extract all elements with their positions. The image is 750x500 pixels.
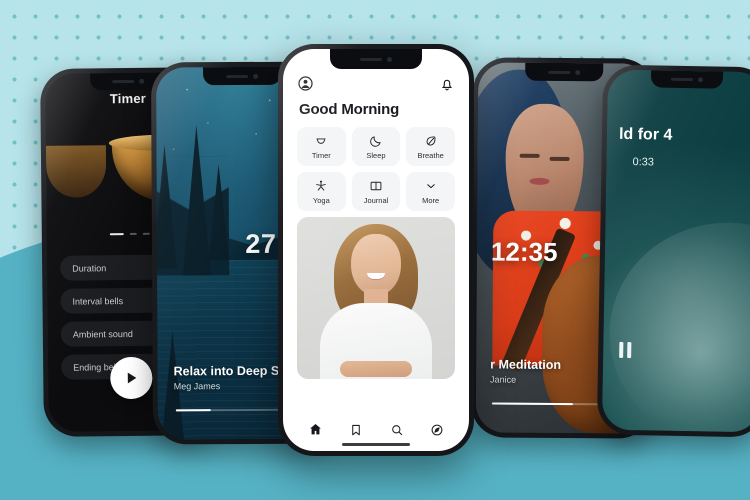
quick-action-label: Sleep bbox=[366, 150, 386, 160]
featured-card[interactable] bbox=[297, 217, 455, 379]
quick-action-label: More bbox=[422, 195, 440, 205]
nav-search-icon[interactable] bbox=[390, 423, 404, 437]
breathe-elapsed-time: 0:33 bbox=[632, 156, 655, 169]
track-title: r Meditation bbox=[490, 357, 562, 372]
notification-bell-icon[interactable] bbox=[439, 76, 455, 92]
home-header bbox=[297, 75, 455, 92]
phone-notch bbox=[330, 49, 422, 69]
speaker-slit bbox=[111, 79, 134, 84]
phone-notch bbox=[203, 66, 282, 86]
quick-action-label: Timer bbox=[311, 150, 331, 160]
open-book-icon bbox=[370, 181, 382, 190]
pine-tree bbox=[156, 144, 178, 269]
quick-action-label: Journal bbox=[363, 195, 389, 205]
settings-row-label: Duration bbox=[72, 262, 107, 274]
screenshot-stage: Timer Duration Mo Interval bells bbox=[0, 0, 750, 500]
carousel-dot[interactable] bbox=[142, 232, 150, 235]
camera-dot bbox=[138, 78, 144, 84]
track-metadata: r Meditation Janice bbox=[490, 357, 561, 384]
crescent-moon-icon bbox=[370, 135, 381, 147]
speaker-slit bbox=[226, 74, 249, 78]
quick-action-yoga[interactable]: Yoga bbox=[297, 172, 346, 211]
greeting-text: Good Morning bbox=[299, 101, 400, 118]
leaf-icon bbox=[426, 135, 436, 145]
pause-icon bbox=[619, 341, 624, 358]
quick-action-timer[interactable]: Timer bbox=[297, 127, 346, 166]
pine-tree bbox=[182, 125, 212, 276]
nav-bookmark-icon[interactable] bbox=[349, 423, 363, 437]
eyebrow bbox=[549, 156, 570, 161]
camera-dot bbox=[697, 77, 704, 83]
play-icon bbox=[127, 372, 136, 384]
phone-home-screen: Good Morning Timer Sleep Breathe Yoga Jo… bbox=[283, 49, 469, 451]
quick-actions-grid: Timer Sleep Breathe Yoga Journal More bbox=[297, 127, 455, 211]
phone-mockup-breathe: ld for 4 0:33 bbox=[596, 64, 750, 438]
track-artist: Janice bbox=[490, 374, 517, 385]
phone-notch bbox=[650, 70, 724, 89]
chevron-down-icon bbox=[426, 183, 435, 188]
speaker-slit bbox=[360, 57, 382, 61]
camera-dot bbox=[253, 73, 259, 79]
phone-mockup-home: Good Morning Timer Sleep Breathe Yoga Jo… bbox=[278, 44, 474, 456]
carousel-dot-active[interactable] bbox=[109, 233, 124, 236]
home-indicator bbox=[342, 443, 410, 446]
bottom-navigation bbox=[283, 422, 469, 437]
account-circle-icon[interactable] bbox=[297, 75, 314, 92]
carousel-dot[interactable] bbox=[129, 232, 137, 236]
settings-row-label: Ambient sound bbox=[72, 328, 133, 340]
quick-action-label: Breathe bbox=[417, 150, 444, 160]
singing-bowl-icon bbox=[316, 137, 326, 144]
portrait-arms bbox=[340, 361, 412, 377]
nav-home-icon[interactable] bbox=[308, 422, 323, 437]
session-timer: 12:35 bbox=[490, 236, 558, 267]
lips bbox=[529, 177, 550, 185]
quick-action-label: Yoga bbox=[312, 195, 330, 205]
phone-notch bbox=[525, 62, 604, 82]
pause-icon bbox=[627, 342, 632, 359]
quick-action-more[interactable]: More bbox=[406, 172, 455, 211]
settings-row-label: Interval bells bbox=[72, 295, 124, 307]
speaker-slit bbox=[670, 77, 694, 82]
quick-action-journal[interactable]: Journal bbox=[351, 172, 401, 211]
eyebrow bbox=[519, 153, 540, 159]
breathe-instruction: ld for 4 bbox=[618, 125, 673, 144]
singing-bowl-secondary bbox=[45, 145, 107, 198]
nav-compass-icon[interactable] bbox=[430, 423, 444, 437]
camera-dot bbox=[387, 56, 392, 62]
pine-tree bbox=[208, 164, 230, 261]
speaker-slit bbox=[548, 70, 571, 74]
quick-action-breathe[interactable]: Breathe bbox=[406, 127, 455, 166]
portrait-face bbox=[351, 234, 401, 296]
quick-action-sleep[interactable]: Sleep bbox=[351, 127, 401, 166]
phone-breathe-screen: ld for 4 0:33 bbox=[601, 69, 750, 433]
camera-dot bbox=[575, 69, 581, 75]
progress-bar-fill bbox=[175, 409, 212, 412]
pause-button[interactable] bbox=[619, 341, 632, 359]
play-button[interactable] bbox=[109, 356, 153, 400]
yoga-pose-icon bbox=[316, 180, 327, 191]
